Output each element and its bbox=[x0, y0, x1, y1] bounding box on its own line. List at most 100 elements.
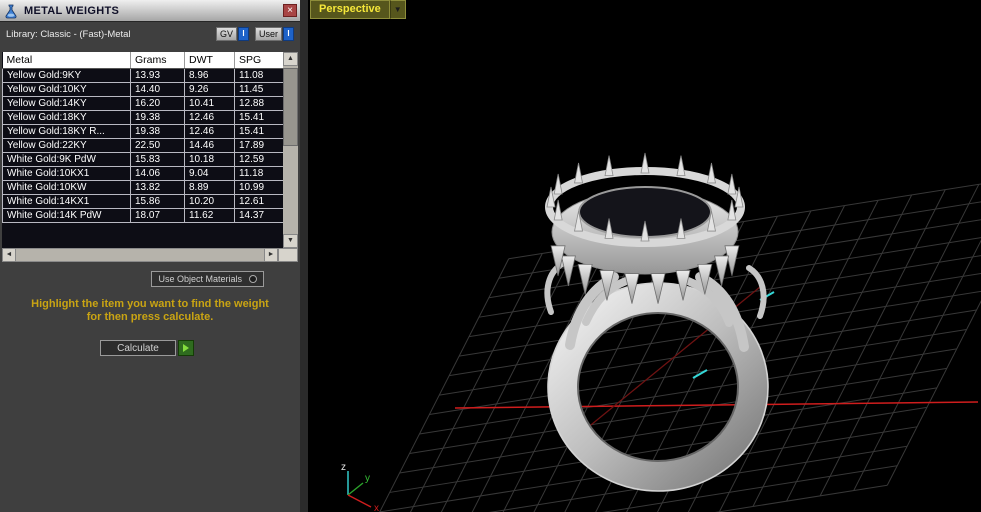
materials-row: Use Object Materials bbox=[0, 262, 300, 287]
arrow-down-icon: ▼ bbox=[287, 237, 294, 244]
scene-canvas[interactable]: z y x bbox=[308, 0, 981, 512]
table-cell: 14.40 bbox=[130, 82, 185, 97]
panel-titlebar[interactable]: METAL WEIGHTS × bbox=[0, 0, 300, 22]
horizontal-scrollbar[interactable]: ◄ ► bbox=[2, 248, 298, 262]
table-row[interactable]: Yellow Gold:10KY 14.40 9.26 11.45 bbox=[2, 82, 284, 97]
app-window: METAL WEIGHTS × Library: Classic - (Fast… bbox=[0, 0, 981, 512]
gv-toggle-indicator: l bbox=[237, 27, 249, 41]
table-cell: 13.82 bbox=[130, 180, 185, 195]
viewport-title-tab: Perspective ▼ bbox=[310, 0, 406, 19]
column-header[interactable]: DWT bbox=[184, 52, 235, 69]
panel-subheader: Library: Classic - (Fast)-Metal GV l Use… bbox=[0, 22, 300, 46]
table-row[interactable]: Yellow Gold:18KY 19.38 12.46 15.41 bbox=[2, 110, 284, 125]
scroll-left-button[interactable]: ◄ bbox=[2, 248, 16, 262]
table-cell: 12.88 bbox=[234, 96, 284, 111]
table-cell: 19.38 bbox=[130, 110, 185, 125]
table-cell: 13.93 bbox=[130, 68, 185, 83]
table-cell: 15.83 bbox=[130, 152, 185, 167]
table-cell: 14.06 bbox=[130, 166, 185, 181]
table-cell: 11.18 bbox=[234, 166, 284, 181]
table-cell: 17.89 bbox=[234, 138, 284, 153]
table-cell: Yellow Gold:18KY bbox=[2, 110, 131, 125]
column-header[interactable]: Grams bbox=[130, 52, 185, 69]
vertical-scroll-thumb[interactable] bbox=[283, 68, 298, 146]
table-row[interactable]: White Gold:14K PdW 18.07 11.62 14.37 bbox=[2, 208, 284, 223]
x-axis-label: x bbox=[374, 503, 379, 512]
column-header[interactable]: Metal bbox=[2, 52, 131, 69]
arrow-right-icon: ► bbox=[267, 251, 275, 258]
y-axis-arrow bbox=[347, 482, 364, 496]
table-cell: 15.41 bbox=[234, 124, 284, 139]
flask-icon bbox=[3, 3, 19, 19]
table-row[interactable]: White Gold:14KX1 15.86 10.20 12.61 bbox=[2, 194, 284, 209]
column-header[interactable]: SPG bbox=[234, 52, 284, 69]
table-cell: 14.46 bbox=[184, 138, 235, 153]
calculate-go-button[interactable] bbox=[178, 340, 194, 356]
scroll-down-button[interactable]: ▼ bbox=[283, 234, 298, 248]
play-icon bbox=[183, 344, 189, 352]
table-row[interactable]: Yellow Gold:22KY 22.50 14.46 17.89 bbox=[2, 138, 284, 153]
table-cell: 19.38 bbox=[130, 124, 185, 139]
close-button[interactable]: × bbox=[283, 4, 297, 17]
table-row[interactable]: Yellow Gold:9KY 13.93 8.96 11.08 bbox=[2, 68, 284, 83]
table-cell: 10.18 bbox=[184, 152, 235, 167]
table-cell: White Gold:9K PdW bbox=[2, 152, 131, 167]
table-cell: 12.61 bbox=[234, 194, 284, 209]
radio-icon bbox=[249, 275, 257, 283]
table-cell: Yellow Gold:10KY bbox=[2, 82, 131, 97]
calculate-row: Calculate bbox=[100, 340, 300, 356]
scroll-up-button[interactable]: ▲ bbox=[283, 52, 298, 66]
viewport-3d[interactable]: Perspective ▼ z y x bbox=[308, 0, 981, 512]
table-row[interactable]: White Gold:10KW 13.82 8.89 10.99 bbox=[2, 180, 284, 195]
calculate-button[interactable]: Calculate bbox=[100, 340, 176, 356]
use-object-materials-button[interactable]: Use Object Materials bbox=[151, 271, 264, 287]
table-cell: 11.62 bbox=[184, 208, 235, 223]
table-cell: 9.26 bbox=[184, 82, 235, 97]
user-toggle-label: User bbox=[254, 27, 282, 41]
chevron-down-icon: ▼ bbox=[393, 5, 402, 14]
table-cell: 12.46 bbox=[184, 124, 235, 139]
table-cell: White Gold:10KW bbox=[2, 180, 131, 195]
view-dropdown-button[interactable]: ▼ bbox=[389, 0, 406, 19]
instruction-line-1: Highlight the item you want to find the … bbox=[31, 298, 269, 310]
table-cell: 11.08 bbox=[234, 68, 284, 83]
table-cell: Yellow Gold:14KY bbox=[2, 96, 131, 111]
table-cell: 10.20 bbox=[184, 194, 235, 209]
table-cell: 9.04 bbox=[184, 166, 235, 181]
table-cell: Yellow Gold:18KY R... bbox=[2, 124, 131, 139]
arrow-up-icon: ▲ bbox=[287, 55, 294, 62]
metal-weights-panel: METAL WEIGHTS × Library: Classic - (Fast… bbox=[0, 0, 300, 512]
user-toggle-indicator: l bbox=[283, 27, 294, 41]
table-header-row: Metal Grams DWT SPG bbox=[2, 52, 284, 69]
panel-title: METAL WEIGHTS bbox=[24, 4, 120, 17]
table-cell: White Gold:14K PdW bbox=[2, 208, 131, 223]
scrollbar-corner bbox=[278, 248, 298, 262]
table-cell: White Gold:14KX1 bbox=[2, 194, 131, 209]
gv-toggle-label: GV bbox=[215, 27, 237, 41]
table-cell: 8.89 bbox=[184, 180, 235, 195]
view-label[interactable]: Perspective bbox=[310, 0, 390, 19]
panel-divider[interactable] bbox=[300, 0, 308, 512]
table-cell: 11.45 bbox=[234, 82, 284, 97]
gv-toggle[interactable]: GV l bbox=[215, 27, 249, 41]
use-object-materials-label: Use Object Materials bbox=[158, 274, 242, 284]
table-cell: 10.41 bbox=[184, 96, 235, 111]
table-cell: 15.41 bbox=[234, 110, 284, 125]
table-row[interactable]: Yellow Gold:14KY 16.20 10.41 12.88 bbox=[2, 96, 284, 111]
vertical-scroll-track[interactable] bbox=[283, 66, 298, 234]
table-cell: 8.96 bbox=[184, 68, 235, 83]
vertical-scrollbar[interactable]: ▲ ▼ bbox=[283, 52, 298, 248]
table-cell: White Gold:10KX1 bbox=[2, 166, 131, 181]
table-row[interactable]: White Gold:10KX1 14.06 9.04 11.18 bbox=[2, 166, 284, 181]
table-row[interactable]: Yellow Gold:18KY R... 19.38 12.46 15.41 bbox=[2, 124, 284, 139]
instruction-line-2: for then press calculate. bbox=[86, 311, 214, 323]
user-toggle[interactable]: User l bbox=[254, 27, 294, 41]
table-row[interactable]: White Gold:9K PdW 15.83 10.18 12.59 bbox=[2, 152, 284, 167]
scroll-right-button[interactable]: ► bbox=[264, 248, 278, 262]
ring-model[interactable] bbox=[544, 152, 769, 492]
table-cell: 18.07 bbox=[130, 208, 185, 223]
instruction-text: Highlight the item you want to find the … bbox=[0, 298, 300, 324]
horizontal-scroll-track[interactable] bbox=[16, 248, 264, 262]
y-axis-label: y bbox=[365, 473, 370, 484]
cplane-x-axis bbox=[454, 401, 979, 409]
